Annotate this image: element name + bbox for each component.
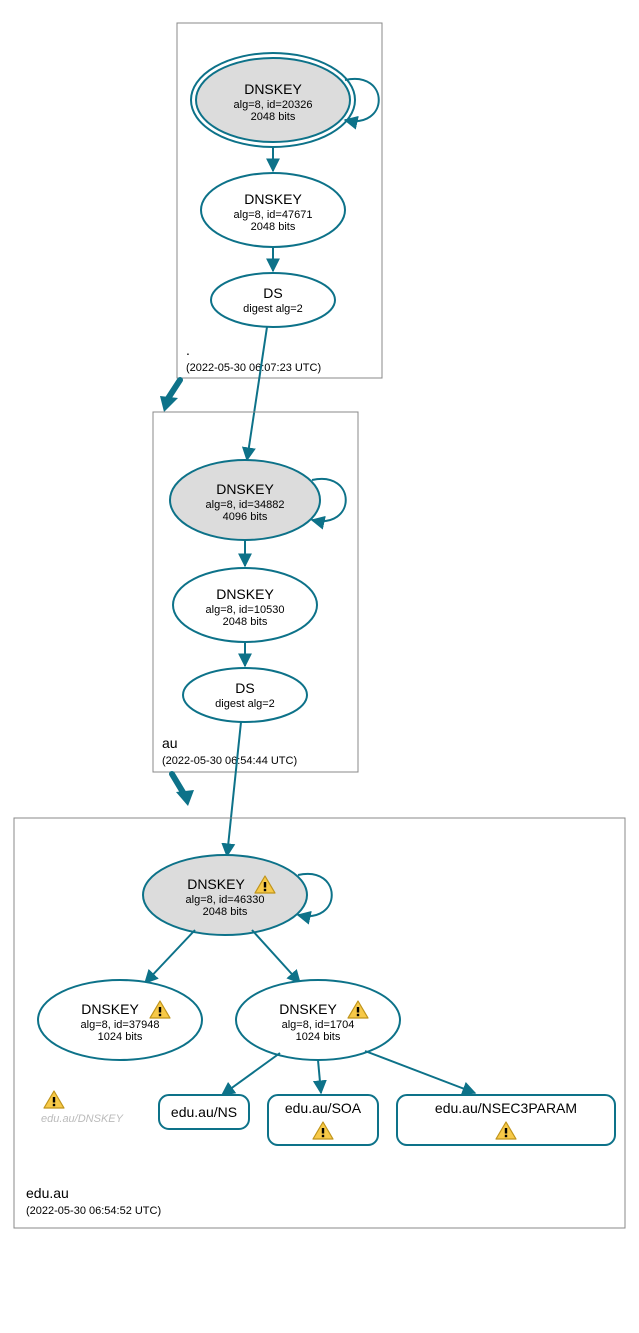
node-title: DNSKEY [244,191,302,207]
node-au-ds: DS digest alg=2 [183,668,307,722]
node-line2: 2048 bits [251,111,296,123]
node-line1: alg=8, id=1704 [282,1019,355,1031]
node-eduau-zsk2: DNSKEY alg=8, id=1704 1024 bits [236,980,400,1060]
node-title: DS [263,285,282,301]
edge-eduau-zsk2-soa [318,1060,321,1093]
zone-eduau-timestamp: (2022-05-30 06:54:52 UTC) [26,1205,161,1217]
node-line2: 2048 bits [251,221,296,233]
node-eduau-faded-dnskey: edu.au/DNSKEY [41,1091,124,1125]
node-eduau-rr-ns: edu.au/NS [159,1095,249,1129]
edge-root-ds-au-ksk [247,327,267,460]
node-line2: 2048 bits [223,616,268,628]
node-title: DNSKEY [81,1001,139,1017]
node-root-ds: DS digest alg=2 [211,273,335,327]
zone-root-label: . [186,342,190,358]
edge-deleg-au-eduau [172,774,194,806]
zone-root-timestamp: (2022-05-30 06:07:23 UTC) [186,362,321,374]
node-line2: 2048 bits [203,906,248,918]
edge-eduau-ksk-zsk1 [145,930,195,983]
node-title: DNSKEY [187,876,245,892]
zone-eduau-label: edu.au [26,1185,69,1201]
node-eduau-rr-soa: edu.au/SOA [268,1095,378,1145]
node-title: DNSKEY [216,481,274,497]
zone-eduau: edu.au (2022-05-30 06:54:52 UTC) DNSKEY … [14,818,625,1228]
rr-label: edu.au/NSEC3PARAM [435,1100,577,1116]
node-eduau-rr-nsec3: edu.au/NSEC3PARAM [397,1095,615,1145]
node-line2: 1024 bits [296,1031,341,1043]
node-line1: alg=8, id=46330 [186,894,265,906]
rr-label: edu.au/NS [171,1104,237,1120]
edge-au-ds-eduau-ksk [227,722,241,856]
node-line2: 4096 bits [223,511,268,523]
edge-eduau-zsk2-ns [222,1053,280,1095]
node-title: DNSKEY [244,81,302,97]
node-root-ksk: DNSKEY alg=8, id=20326 2048 bits [191,53,355,147]
node-title: DNSKEY [279,1001,337,1017]
node-title: DS [235,680,254,696]
edge-eduau-zsk2-nsec3 [365,1051,475,1093]
node-line1: alg=8, id=37948 [81,1019,160,1031]
node-eduau-ksk: DNSKEY alg=8, id=46330 2048 bits [143,855,307,935]
node-line2: 1024 bits [98,1031,143,1043]
edge-eduau-ksk-zsk2 [252,930,300,983]
node-eduau-zsk1: DNSKEY alg=8, id=37948 1024 bits [38,980,202,1060]
zone-root: . (2022-05-30 06:07:23 UTC) DNSKEY alg=8… [177,23,382,378]
node-line1: alg=8, id=10530 [206,604,285,616]
warn-icon [44,1091,64,1108]
rr-label: edu.au/SOA [285,1100,362,1116]
dnssec-graph: . (2022-05-30 06:07:23 UTC) DNSKEY alg=8… [0,0,639,1333]
node-line1: alg=8, id=34882 [206,499,285,511]
node-line1: digest alg=2 [215,698,275,710]
zone-au: au (2022-05-30 06:54:44 UTC) DNSKEY alg=… [153,412,358,772]
node-title: DNSKEY [216,586,274,602]
node-line1: alg=8, id=47671 [234,209,313,221]
zone-au-label: au [162,735,178,751]
node-au-ksk: DNSKEY alg=8, id=34882 4096 bits [170,460,320,540]
zone-au-timestamp: (2022-05-30 06:54:44 UTC) [162,755,297,767]
faded-label: edu.au/DNSKEY [41,1113,124,1125]
node-root-zsk: DNSKEY alg=8, id=47671 2048 bits [201,173,345,247]
node-line1: alg=8, id=20326 [234,99,313,111]
edge-deleg-root-au [160,380,180,412]
node-au-zsk: DNSKEY alg=8, id=10530 2048 bits [173,568,317,642]
node-line1: digest alg=2 [243,303,303,315]
